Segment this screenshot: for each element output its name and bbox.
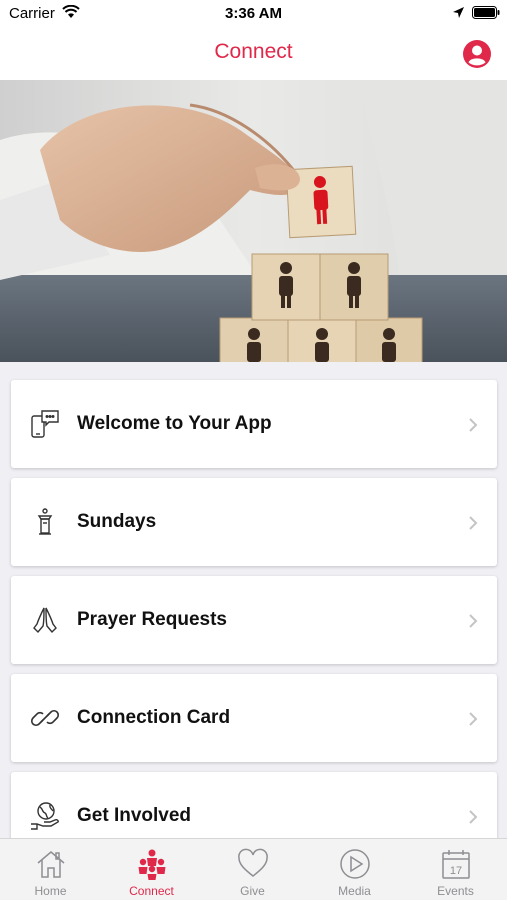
menu-item-sundays[interactable]: Sundays xyxy=(11,478,497,566)
menu-item-label: Sundays xyxy=(77,511,157,532)
tab-label: Home xyxy=(34,884,67,898)
chevron-right-icon xyxy=(469,614,478,628)
calendar-icon: 17 xyxy=(442,850,470,879)
menu-item-connection-card[interactable]: Connection Card xyxy=(11,674,497,762)
navigation-bar: Connect xyxy=(0,28,507,80)
chevron-right-icon xyxy=(469,516,478,530)
menu-item-get-involved[interactable]: Get Involved xyxy=(11,772,497,838)
status-time: 3:36 AM xyxy=(225,5,282,22)
menu-item-prayer-requests[interactable]: Prayer Requests xyxy=(11,576,497,664)
menu-item-label: Welcome to Your App xyxy=(77,413,272,434)
calendar-day: 17 xyxy=(450,865,462,877)
tab-media[interactable]: Media xyxy=(304,839,405,900)
battery-icon xyxy=(472,6,500,19)
phone-chat-icon xyxy=(31,410,59,438)
tab-label: Events xyxy=(437,884,474,898)
menu-item-welcome[interactable]: Welcome to Your App xyxy=(11,380,497,468)
page-title: Connect xyxy=(214,40,293,63)
status-bar: Carrier 3:36 AM xyxy=(0,0,507,28)
praying-hands-icon xyxy=(33,607,57,634)
globe-hand-icon xyxy=(31,802,59,830)
hero-image xyxy=(0,80,507,362)
tab-label: Connect xyxy=(129,884,174,898)
chevron-right-icon xyxy=(469,418,478,432)
tab-bar: Home Connect Give Media 17 Events xyxy=(0,838,507,900)
user-circle-icon[interactable] xyxy=(462,39,492,69)
menu-list: Welcome to Your App Sundays Prayer Reque… xyxy=(0,362,507,838)
home-icon xyxy=(37,851,65,878)
tab-label: Media xyxy=(338,884,371,898)
tab-events[interactable]: 17 Events xyxy=(405,839,506,900)
chevron-right-icon xyxy=(469,712,478,726)
location-arrow-icon xyxy=(453,7,464,18)
tab-give[interactable]: Give xyxy=(202,839,303,900)
tab-label: Give xyxy=(240,884,265,898)
tab-connect[interactable]: Connect xyxy=(101,839,202,900)
menu-item-label: Prayer Requests xyxy=(77,609,227,630)
menu-item-label: Connection Card xyxy=(77,707,231,728)
menu-item-label: Get Involved xyxy=(77,805,192,826)
pulpit-icon xyxy=(37,508,53,535)
tab-home[interactable]: Home xyxy=(0,839,101,900)
chevron-right-icon xyxy=(469,810,478,824)
link-icon xyxy=(30,709,60,727)
people-icon xyxy=(138,849,166,880)
heart-icon xyxy=(238,848,268,877)
play-circle-icon xyxy=(340,849,370,879)
